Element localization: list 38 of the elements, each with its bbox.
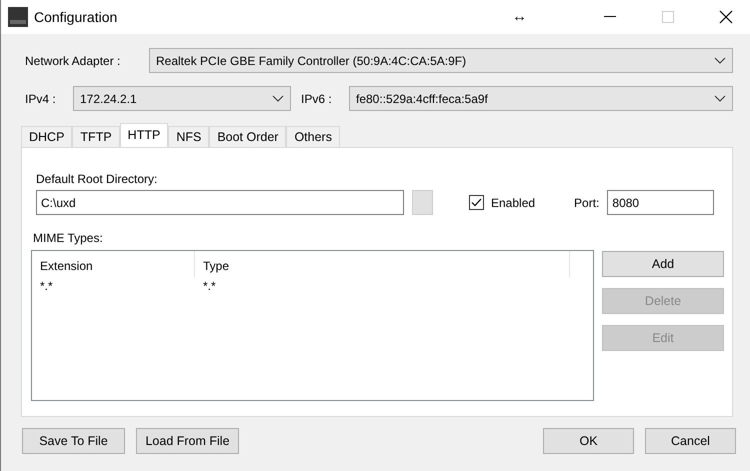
close-icon (719, 10, 733, 24)
table-cell-text: *.* (202, 278, 217, 295)
tab[interactable]: NFS (168, 126, 210, 147)
chevron-down-icon (272, 94, 284, 102)
dialog-button[interactable]: Cancel (645, 428, 736, 454)
tab[interactable]: Others (286, 126, 340, 147)
dialog-button[interactable]: Load From File (136, 428, 239, 454)
chevron-down-icon (714, 94, 726, 102)
chevron-down-icon (714, 56, 726, 64)
ipv6-dropdown[interactable]: fe80::529a:4cff:feca:5a9f (349, 86, 733, 111)
browse-button[interactable] (412, 190, 433, 215)
network-adapter-dropdown[interactable]: Realtek PCIe GBE Family Controller (50:9A:4C:CA:5A:9F) (149, 48, 733, 73)
list-action-button[interactable]: Add (602, 251, 724, 277)
tab[interactable]: DHCP (21, 126, 72, 147)
column-header[interactable]: Type (195, 251, 570, 277)
tab[interactable]: HTTP (120, 123, 168, 147)
maximize-icon (662, 11, 674, 23)
resize-glyph: ↔ (512, 6, 527, 27)
table-cell-text: *.* (39, 278, 54, 295)
port-field[interactable]: 8080 (607, 190, 714, 215)
tab[interactable]: TFTP (72, 126, 120, 147)
column-header[interactable]: Extension (32, 251, 195, 277)
dialog-button[interactable]: Save To File (22, 428, 125, 454)
field-label: IPv4 : (25, 90, 57, 108)
field-label: MIME Types: (33, 230, 104, 247)
app-logo-icon (8, 7, 28, 27)
field-label: Network Adapter : (25, 52, 122, 70)
checkbox[interactable] (469, 195, 484, 210)
tab[interactable]: Boot Order (209, 126, 286, 147)
minimize-icon (604, 16, 616, 18)
ipv4-dropdown[interactable]: 172.24.2.1 (73, 86, 291, 111)
root-directory-field[interactable]: C:\uxd (36, 190, 404, 215)
field-label: Default Root Directory: (36, 171, 158, 188)
field-label: Port: (574, 194, 600, 212)
dialog-button[interactable]: OK (543, 428, 634, 454)
window-title: Configuration (34, 8, 118, 27)
field-label: IPv6 : (301, 90, 333, 108)
checkbox-label: Enabled (491, 194, 536, 212)
